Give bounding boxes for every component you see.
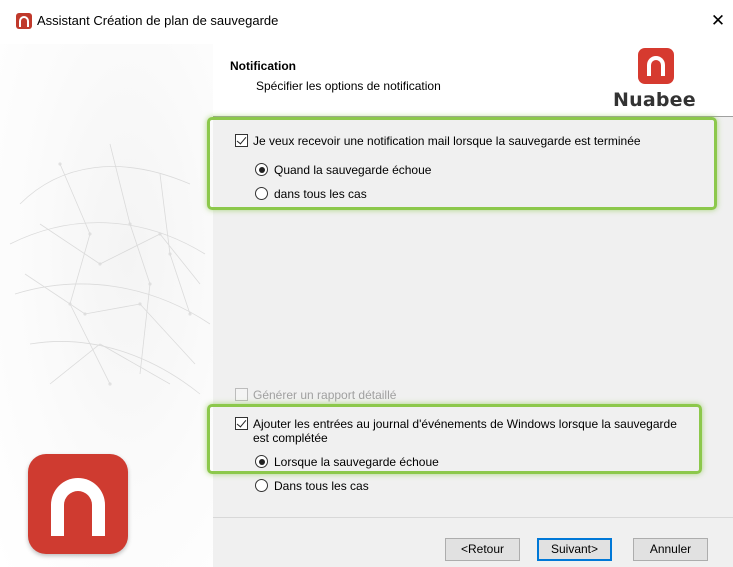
- page-header: Notification Spécifier les options de no…: [213, 44, 733, 116]
- wizard-content: Notification Spécifier les options de no…: [207, 44, 733, 567]
- nuabee-logo-icon: [638, 48, 674, 84]
- button-bar: <Retour Suivant> Annuler: [213, 518, 733, 567]
- back-button[interactable]: <Retour: [445, 538, 520, 561]
- title-bar: Assistant Création de plan de sauvegarde…: [0, 0, 733, 44]
- nuabee-logo-large: [28, 454, 128, 554]
- brand-name: Nuabee: [613, 89, 696, 111]
- brand-logo: Nuabee: [613, 48, 703, 114]
- next-button[interactable]: Suivant>: [537, 538, 612, 561]
- page-subtitle: Spécifier les options de notification: [256, 79, 441, 93]
- radio-button[interactable]: [255, 479, 268, 492]
- checkbox-box[interactable]: [235, 388, 248, 401]
- highlight-event-log-section: [207, 404, 702, 474]
- wizard-side-panel: [0, 44, 213, 567]
- eventlog-option-always[interactable]: Dans tous les cas: [255, 479, 369, 493]
- page-title: Notification: [230, 59, 296, 73]
- app-icon: [16, 13, 32, 29]
- detailed-report-label: Générer un rapport détaillé: [253, 388, 397, 402]
- window-title: Assistant Création de plan de sauvegarde: [37, 13, 279, 28]
- highlight-email-section: [207, 117, 717, 210]
- close-icon[interactable]: ✕: [703, 8, 733, 34]
- world-map-background: [9, 143, 211, 395]
- eventlog-option-label: Dans tous les cas: [274, 479, 369, 493]
- cancel-button[interactable]: Annuler: [633, 538, 708, 561]
- options-area: Je veux recevoir une notification mail l…: [207, 117, 733, 517]
- detailed-report-checkbox[interactable]: Générer un rapport détaillé: [235, 388, 396, 402]
